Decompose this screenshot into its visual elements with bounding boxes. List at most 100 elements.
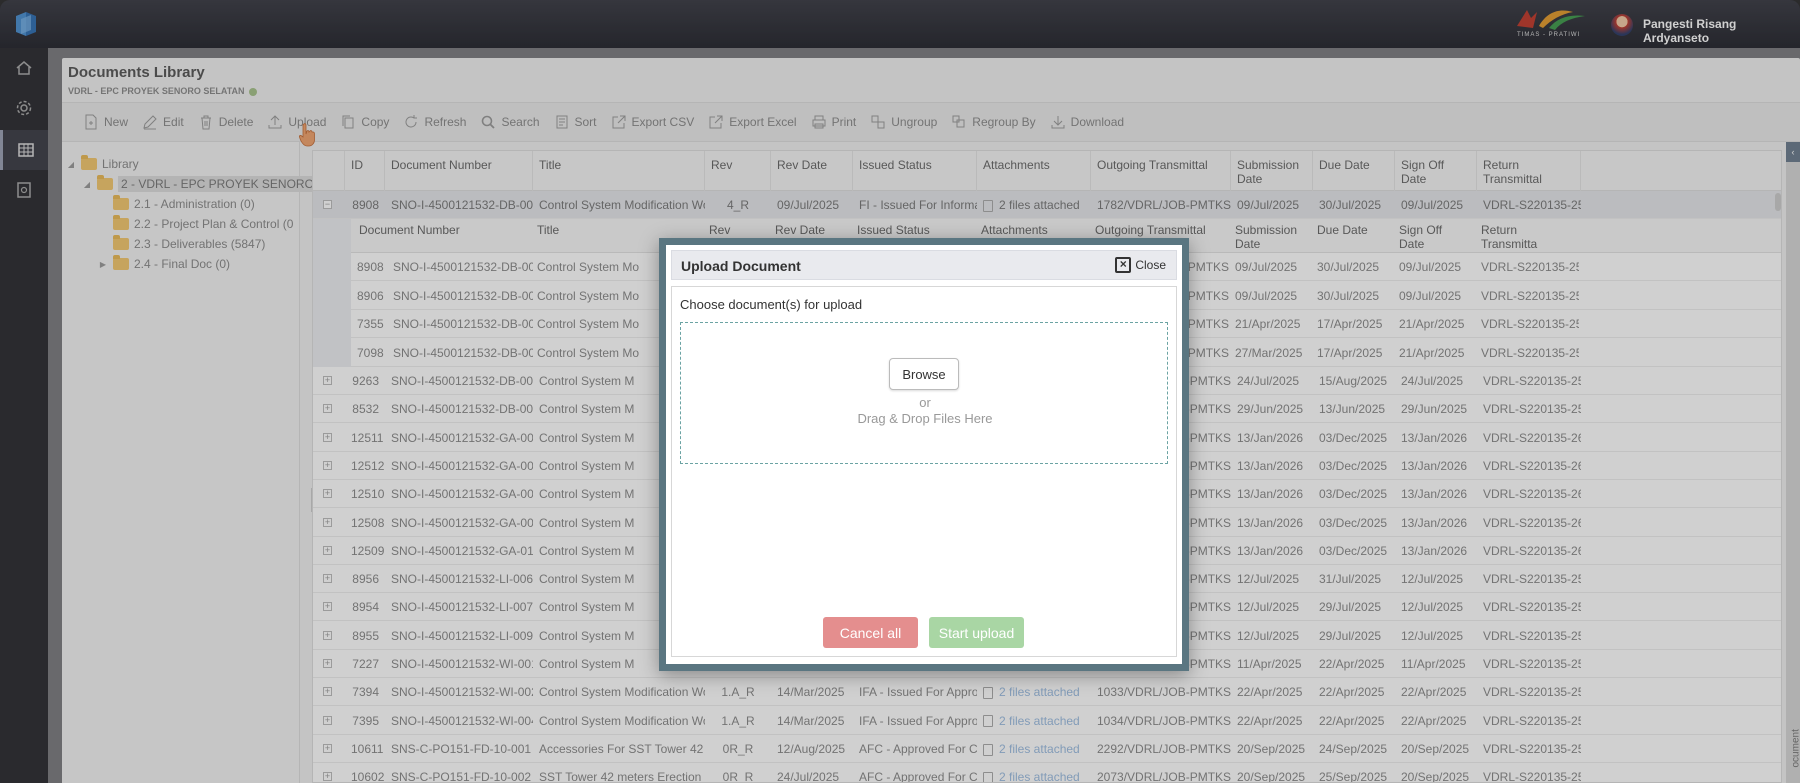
expand-row-icon[interactable]: + [323, 772, 332, 782]
tree-node-project-plan[interactable]: 2.2 - Project Plan & Control (0 [98, 214, 293, 234]
copy-icon [342, 115, 354, 129]
cell-signoff: 12/Jul/2025 [1401, 572, 1464, 587]
start-upload-button[interactable]: Start upload [929, 617, 1024, 648]
column-header-rev[interactable]: Rev [705, 151, 771, 191]
expand-row-icon[interactable]: + [323, 659, 332, 668]
expand-row-icon[interactable]: + [323, 602, 332, 612]
cell-att[interactable]: 2 files attached [977, 763, 1091, 782]
column-header-issued-status[interactable]: Issued Status [853, 151, 977, 191]
sub-header-return-transmittal[interactable]: Return Transmitta [1475, 219, 1579, 253]
refresh-icon [405, 115, 418, 128]
new-button[interactable]: New [76, 108, 135, 136]
column-header-submission-date[interactable]: Submission Date [1231, 151, 1313, 191]
cell-submission: 13/Jan/2026 [1237, 487, 1304, 502]
expand-row-icon[interactable]: + [323, 376, 332, 385]
avatar[interactable] [1611, 14, 1633, 36]
sub-header-due-date[interactable]: Due Date [1311, 219, 1393, 253]
cell-att[interactable]: 2 files attached [977, 735, 1091, 763]
attachments-link[interactable]: 2 files attached [999, 742, 1080, 756]
expand-row-icon[interactable]: + [323, 545, 332, 555]
refresh-button[interactable]: Refresh [396, 108, 473, 136]
close-button[interactable]: × Close [1115, 257, 1166, 273]
expand-row-icon[interactable]: + [323, 687, 332, 697]
cell-outgoing: 2292/VDRL/JOB-PMTKS/KSO-T [1097, 741, 1231, 756]
sub-header-sign-off-date[interactable]: Sign Off Date [1393, 219, 1475, 253]
cell-id: 7395 [352, 713, 379, 728]
user-name[interactable]: Pangesti Risang Ardyanseto [1643, 17, 1800, 45]
search-button[interactable]: Search [473, 108, 546, 136]
drop-zone[interactable]: Browse or Drag & Drop Files Here [680, 322, 1168, 464]
grid-scrollbar[interactable] [1775, 193, 1781, 211]
expand-icon[interactable]: ▶ [98, 260, 108, 269]
cell-signoff: 12/Jul/2025 [1401, 600, 1464, 615]
tree-node-library[interactable]: ◢ Library [66, 154, 139, 174]
cell-att[interactable]: 2 files attached [977, 707, 1091, 735]
upload-button[interactable]: Upload [260, 108, 333, 136]
expand-row-icon[interactable]: + [323, 517, 332, 527]
delete-button[interactable]: Delete [191, 108, 261, 136]
column-header-attachments[interactable]: Attachments [977, 151, 1091, 191]
column-header-title[interactable]: Title [533, 151, 705, 191]
cell-due: 03/Dec/2025 [1319, 543, 1388, 558]
column-header-return-transmittal[interactable]: Return Transmittal [1477, 151, 1581, 191]
export-csv-button[interactable]: Export CSV [604, 108, 702, 136]
cell-title: Accessories For SST Tower 42 M Draw [539, 741, 705, 756]
attachments-link[interactable]: 2 files attached [999, 198, 1080, 212]
dialog-header[interactable]: Upload Document × Close [671, 250, 1177, 280]
rail-settings[interactable] [0, 88, 48, 128]
attachments-link[interactable]: 2 files attached [999, 714, 1080, 728]
collapse-panel-icon[interactable]: ‹ [1786, 142, 1800, 162]
info-icon[interactable] [248, 87, 257, 96]
collapse-icon[interactable]: ◢ [82, 180, 92, 189]
tree-node-administration[interactable]: 2.1 - Administration (0) [98, 194, 255, 214]
cell-status: IFA - Issued For Approval [859, 685, 977, 700]
attachments-link[interactable]: 2 files attached [999, 685, 1080, 699]
ungroup-button[interactable]: Ungroup [863, 108, 944, 136]
column-header-id[interactable]: ID [345, 151, 385, 191]
cell-att[interactable]: 2 files attached [977, 678, 1091, 706]
attachments-link[interactable]: 2 files attached [999, 770, 1080, 782]
print-button[interactable]: Print [804, 108, 864, 136]
tree-node-deliverables[interactable]: 2.3 - Deliverables (5847) [98, 234, 265, 254]
cell-attachments[interactable]: 2 files attached [977, 191, 1091, 219]
tree-node-final-doc[interactable]: ▶ 2.4 - Final Doc (0) [98, 254, 230, 274]
expand-row-icon[interactable]: + [323, 743, 332, 753]
table-row[interactable]: +7395 SNO-I-4500121532-WI-004 Control Syst… [313, 707, 1781, 735]
regroup-button[interactable]: Regroup By [944, 108, 1042, 136]
app-logo-icon[interactable] [12, 10, 40, 38]
rail-grid[interactable] [0, 130, 48, 170]
column-header-sign-off-date[interactable]: Sign Off Date [1395, 151, 1477, 191]
expand-row-icon[interactable]: + [323, 460, 332, 470]
expand-row-icon[interactable]: + [323, 630, 332, 640]
expand-row-icon[interactable]: + [323, 404, 332, 414]
edit-button[interactable]: Edit [135, 108, 191, 136]
sub-header-submission-date[interactable]: Submission Date [1229, 219, 1311, 253]
file-icon [983, 772, 993, 782]
cell-return: VDRL-S220135-25 [1483, 657, 1581, 671]
expand-row-icon[interactable]: + [323, 432, 332, 442]
column-header-rev-date[interactable]: Rev Date [771, 151, 853, 191]
column-header-due-date[interactable]: Due Date [1313, 151, 1395, 191]
browse-button[interactable]: Browse [889, 358, 959, 390]
download-button[interactable]: Download [1043, 108, 1131, 136]
export-excel-button[interactable]: Export Excel [701, 108, 803, 136]
copy-button[interactable]: Copy [333, 108, 396, 136]
rail-documents[interactable] [0, 170, 48, 210]
column-header-outgoing-transmittal[interactable]: Outgoing Transmittal [1091, 151, 1231, 191]
rail-home[interactable] [0, 48, 48, 88]
sort-button[interactable]: Sort [547, 108, 604, 136]
collapse-row-icon[interactable]: − [323, 200, 332, 209]
expand-row-icon[interactable]: + [323, 715, 332, 725]
table-row[interactable]: +7394 SNO-I-4500121532-WI-002 Control Syst… [313, 678, 1781, 707]
expand-row-icon[interactable]: + [323, 489, 332, 499]
cancel-all-button[interactable]: Cancel all [823, 617, 918, 648]
sub-header-document-number[interactable]: Document Number [353, 219, 501, 253]
table-row[interactable]: +10611 SNS-C-PO151-FD-10-001 Accessories F… [313, 735, 1781, 763]
tree-node-vdrl[interactable]: ◢ 2 - VDRL - EPC PROYEK SENORO [82, 174, 317, 194]
column-header-document-number[interactable]: Document Number [385, 151, 533, 191]
expand-row-icon[interactable]: + [323, 574, 332, 584]
table-row[interactable]: +10602 SNS-C-PO151-FD-10-002 SST Tower 42 … [313, 763, 1781, 782]
cell-return: VDRL-S220135-26 [1483, 430, 1581, 445]
collapse-icon[interactable]: ◢ [66, 160, 76, 169]
table-row-selected[interactable]: − 8908 SNO-I-4500121532-DB-002 Control S… [313, 191, 1781, 219]
